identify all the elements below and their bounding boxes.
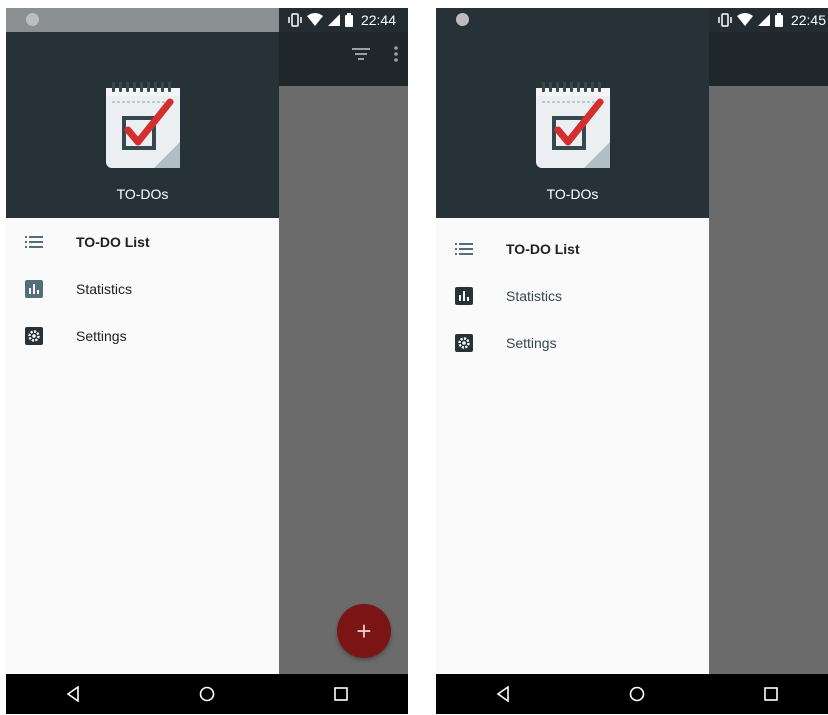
- signal-icon: [327, 14, 340, 26]
- todo-logo-icon: [536, 82, 610, 168]
- nav-item-settings[interactable]: Settings: [6, 312, 279, 359]
- statistics-icon: [453, 285, 475, 307]
- home-icon[interactable]: [192, 679, 222, 709]
- drawer-status-strip: [6, 8, 279, 32]
- notification-dot-icon: [26, 13, 39, 26]
- nav-item-settings[interactable]: Settings: [436, 319, 709, 366]
- list-icon: [23, 231, 45, 253]
- drawer-header: TO-DOs: [436, 8, 709, 218]
- settings-icon: [453, 332, 475, 354]
- status-icons: 22:45: [718, 10, 826, 30]
- back-icon[interactable]: [58, 679, 88, 709]
- home-icon[interactable]: [622, 679, 652, 709]
- nav-item-todo-list[interactable]: TO-DO List: [6, 218, 279, 265]
- notification-dot-icon: [456, 13, 469, 26]
- nav-label: Settings: [506, 334, 557, 351]
- system-nav-bar: [6, 674, 408, 714]
- nav-label: Settings: [76, 327, 127, 344]
- recents-icon[interactable]: [326, 679, 356, 709]
- statistics-icon: [23, 278, 45, 300]
- more-options-icon[interactable]: [394, 46, 398, 67]
- app-title: TO-DOs: [116, 186, 169, 202]
- system-nav-bar: [436, 674, 828, 714]
- settings-icon: [23, 325, 45, 347]
- vibrate-icon: [718, 13, 732, 27]
- nav-label: TO-DO List: [506, 240, 580, 257]
- signal-icon: [757, 14, 770, 26]
- nav-item-statistics[interactable]: Statistics: [6, 265, 279, 312]
- app-title: TO-DOs: [546, 186, 599, 202]
- status-time: 22:44: [360, 12, 396, 28]
- plus-icon: +: [356, 615, 372, 646]
- drawer-menu: TO-DO List Statistics Settings: [436, 225, 709, 366]
- navigation-drawer: TO-DOs TO-DO List Statistics Settings: [436, 8, 709, 674]
- filter-icon[interactable]: [352, 47, 370, 66]
- status-icons: 22:44: [288, 10, 396, 30]
- drawer-header: TO-DOs: [6, 8, 279, 218]
- nav-label: TO-DO List: [76, 233, 150, 250]
- nav-label: Statistics: [506, 287, 563, 304]
- status-time: 22:45: [790, 12, 826, 28]
- drawer-menu: TO-DO List Statistics Settings: [6, 218, 279, 359]
- wifi-icon: [306, 13, 323, 27]
- wifi-icon: [736, 13, 753, 27]
- battery-icon: [344, 13, 353, 27]
- recents-icon[interactable]: [756, 679, 786, 709]
- list-icon: [453, 238, 475, 260]
- todo-logo-icon: [106, 82, 180, 168]
- back-icon[interactable]: [488, 679, 518, 709]
- nav-label: Statistics: [76, 280, 133, 297]
- phone-screen-2: 22:45 TO-DOs TO-DO List Statistics Setti…: [436, 8, 828, 714]
- nav-item-statistics[interactable]: Statistics: [436, 272, 709, 319]
- phone-screen-1: 22:44 + TO-DOs TO-DO List Statistics Set…: [6, 8, 408, 714]
- battery-icon: [774, 13, 783, 27]
- nav-item-todo-list[interactable]: TO-DO List: [436, 225, 709, 272]
- vibrate-icon: [288, 13, 302, 27]
- navigation-drawer: TO-DOs TO-DO List Statistics Settings: [6, 8, 279, 674]
- add-task-fab[interactable]: +: [337, 604, 391, 658]
